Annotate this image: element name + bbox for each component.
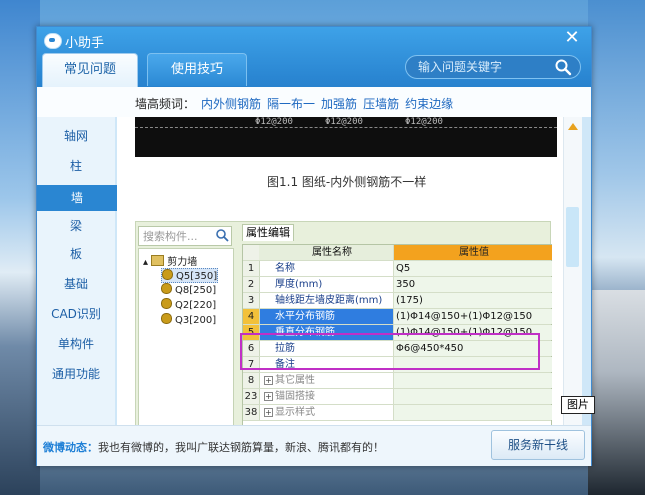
component-tree: ▴ 剪力墙 Q5[350] Q8[250] Q2[220] Q3[200] bbox=[138, 248, 234, 428]
drawing-figure: Φ12@200 Φ12@200 Φ12@200 bbox=[135, 117, 557, 157]
component-search-box bbox=[138, 226, 232, 246]
hot-words-label: 墙高频词： bbox=[135, 97, 196, 111]
sidebar-item-single-component[interactable]: 单构件 bbox=[37, 331, 115, 357]
tree-node: Q5[350] bbox=[161, 268, 219, 283]
assistant-window: 小助手 ✕ 常见问题 使用技巧 墙高频词： 内外侧钢筋隔一布一加强筋压墙筋约束边缘… bbox=[36, 26, 592, 466]
image-badge: 图片 bbox=[561, 396, 595, 414]
table-row-group: 38 + 显示样式 bbox=[243, 405, 552, 421]
weibo-label: 微博动态： bbox=[43, 441, 98, 454]
tree-node: Q8[250] bbox=[161, 283, 216, 296]
article-content: Φ12@200 Φ12@200 Φ12@200 图1.1 图纸-内外侧钢筋不一样… bbox=[117, 117, 581, 428]
sidebar-item-column[interactable]: 柱 bbox=[37, 153, 115, 179]
hot-word-2[interactable]: 隔一布一 bbox=[267, 97, 315, 111]
hot-words-bar: 墙高频词： 内外侧钢筋 隔一布一 加强筋 压墙筋 约束边缘 bbox=[37, 87, 591, 117]
tab-tips[interactable]: 使用技巧 bbox=[147, 53, 247, 86]
sidebar-item-beam[interactable]: 梁 bbox=[37, 213, 115, 239]
desktop-background-left bbox=[0, 0, 40, 495]
gear-icon bbox=[161, 298, 172, 309]
tree-node: Q3[200] bbox=[161, 313, 216, 326]
expand-icon: + bbox=[264, 408, 273, 417]
search-box bbox=[405, 55, 581, 79]
drawing-label: Φ12@200 bbox=[325, 117, 363, 127]
sidebar-item-foundation[interactable]: 基础 bbox=[37, 271, 115, 297]
category-sidebar: 轴网 柱 墙 梁 板 基础 CAD识别 单构件 通用功能 bbox=[37, 117, 129, 425]
expand-icon: + bbox=[264, 376, 273, 385]
search-icon[interactable] bbox=[554, 58, 572, 76]
tab-faq[interactable]: 常见问题 bbox=[42, 53, 138, 88]
hot-word-5[interactable]: 约束边缘 bbox=[405, 97, 453, 111]
drawing-label: Φ12@200 bbox=[405, 117, 443, 127]
grid-header: 属性名称 属性值 bbox=[243, 245, 552, 261]
tree-root: ▴ 剪力墙 bbox=[143, 255, 198, 268]
highlight-annotation-box bbox=[240, 333, 540, 370]
property-edit-tab: 属性编辑 bbox=[242, 224, 294, 241]
sidebar-item-slab[interactable]: 板 bbox=[37, 241, 115, 267]
drawing-label: Φ12@200 bbox=[255, 117, 293, 127]
software-screenshot: ▴ 剪力墙 Q5[350] Q8[250] Q2[220] Q3[200] 属性… bbox=[135, 221, 552, 428]
search-input[interactable] bbox=[416, 58, 555, 76]
gear-icon bbox=[161, 283, 172, 294]
close-icon[interactable]: ✕ bbox=[561, 27, 583, 49]
footer-bar: 微博动态：我也有微博的，我叫广联达钢筋算量，新浪、腾讯都有的！ 服务新干线 bbox=[37, 425, 591, 466]
sidebar-item-cad[interactable]: CAD识别 bbox=[37, 301, 115, 327]
expand-icon: + bbox=[264, 392, 273, 401]
gear-icon bbox=[162, 269, 173, 280]
sidebar-item-general[interactable]: 通用功能 bbox=[37, 361, 115, 387]
table-row-group: 8 + 其它属性 bbox=[243, 373, 552, 389]
vertical-scrollbar[interactable] bbox=[563, 117, 582, 425]
weibo-text: 我也有微博的，我叫广联达钢筋算量，新浪、腾讯都有的！ bbox=[98, 441, 384, 454]
header-name: 属性名称 bbox=[259, 245, 405, 260]
component-search-input bbox=[141, 228, 215, 245]
search-icon bbox=[216, 229, 229, 242]
hot-word-1[interactable]: 内外侧钢筋 bbox=[201, 97, 261, 111]
desktop-car-image bbox=[588, 290, 645, 495]
app-icon bbox=[44, 33, 62, 49]
hot-word-4[interactable]: 压墙筋 bbox=[363, 97, 399, 111]
hot-word-3[interactable]: 加强筋 bbox=[321, 97, 357, 111]
table-row: 1 名称 Q5 bbox=[243, 261, 552, 277]
tree-node: Q2[220] bbox=[161, 298, 216, 311]
folder-icon bbox=[151, 255, 165, 266]
table-row-group: 23 + 锚固搭接 bbox=[243, 389, 552, 405]
service-button[interactable]: 服务新干线 bbox=[491, 430, 585, 460]
sidebar-item-grid[interactable]: 轴网 bbox=[37, 123, 115, 149]
header-value: 属性值 bbox=[393, 245, 552, 260]
figure-caption: 图1.1 图纸-内外侧钢筋不一样 bbox=[267, 175, 427, 189]
table-row: 3 轴线距左墙皮距离(mm) (175) bbox=[243, 293, 552, 309]
table-row-highlighted: 4 水平分布钢筋 (1)Φ14@150+(1)Φ12@150 bbox=[243, 309, 552, 325]
table-row: 2 厚度(mm) 350 bbox=[243, 277, 552, 293]
scroll-thumb[interactable] bbox=[566, 207, 579, 267]
sidebar-item-wall[interactable]: 墙 bbox=[37, 185, 129, 211]
window-title: 小助手 bbox=[65, 36, 105, 51]
gear-icon bbox=[161, 313, 172, 324]
weibo-news[interactable]: 微博动态：我也有微博的，我叫广联达钢筋算量，新浪、腾讯都有的！ bbox=[43, 439, 384, 455]
scroll-up-arrow-icon[interactable] bbox=[568, 123, 578, 130]
